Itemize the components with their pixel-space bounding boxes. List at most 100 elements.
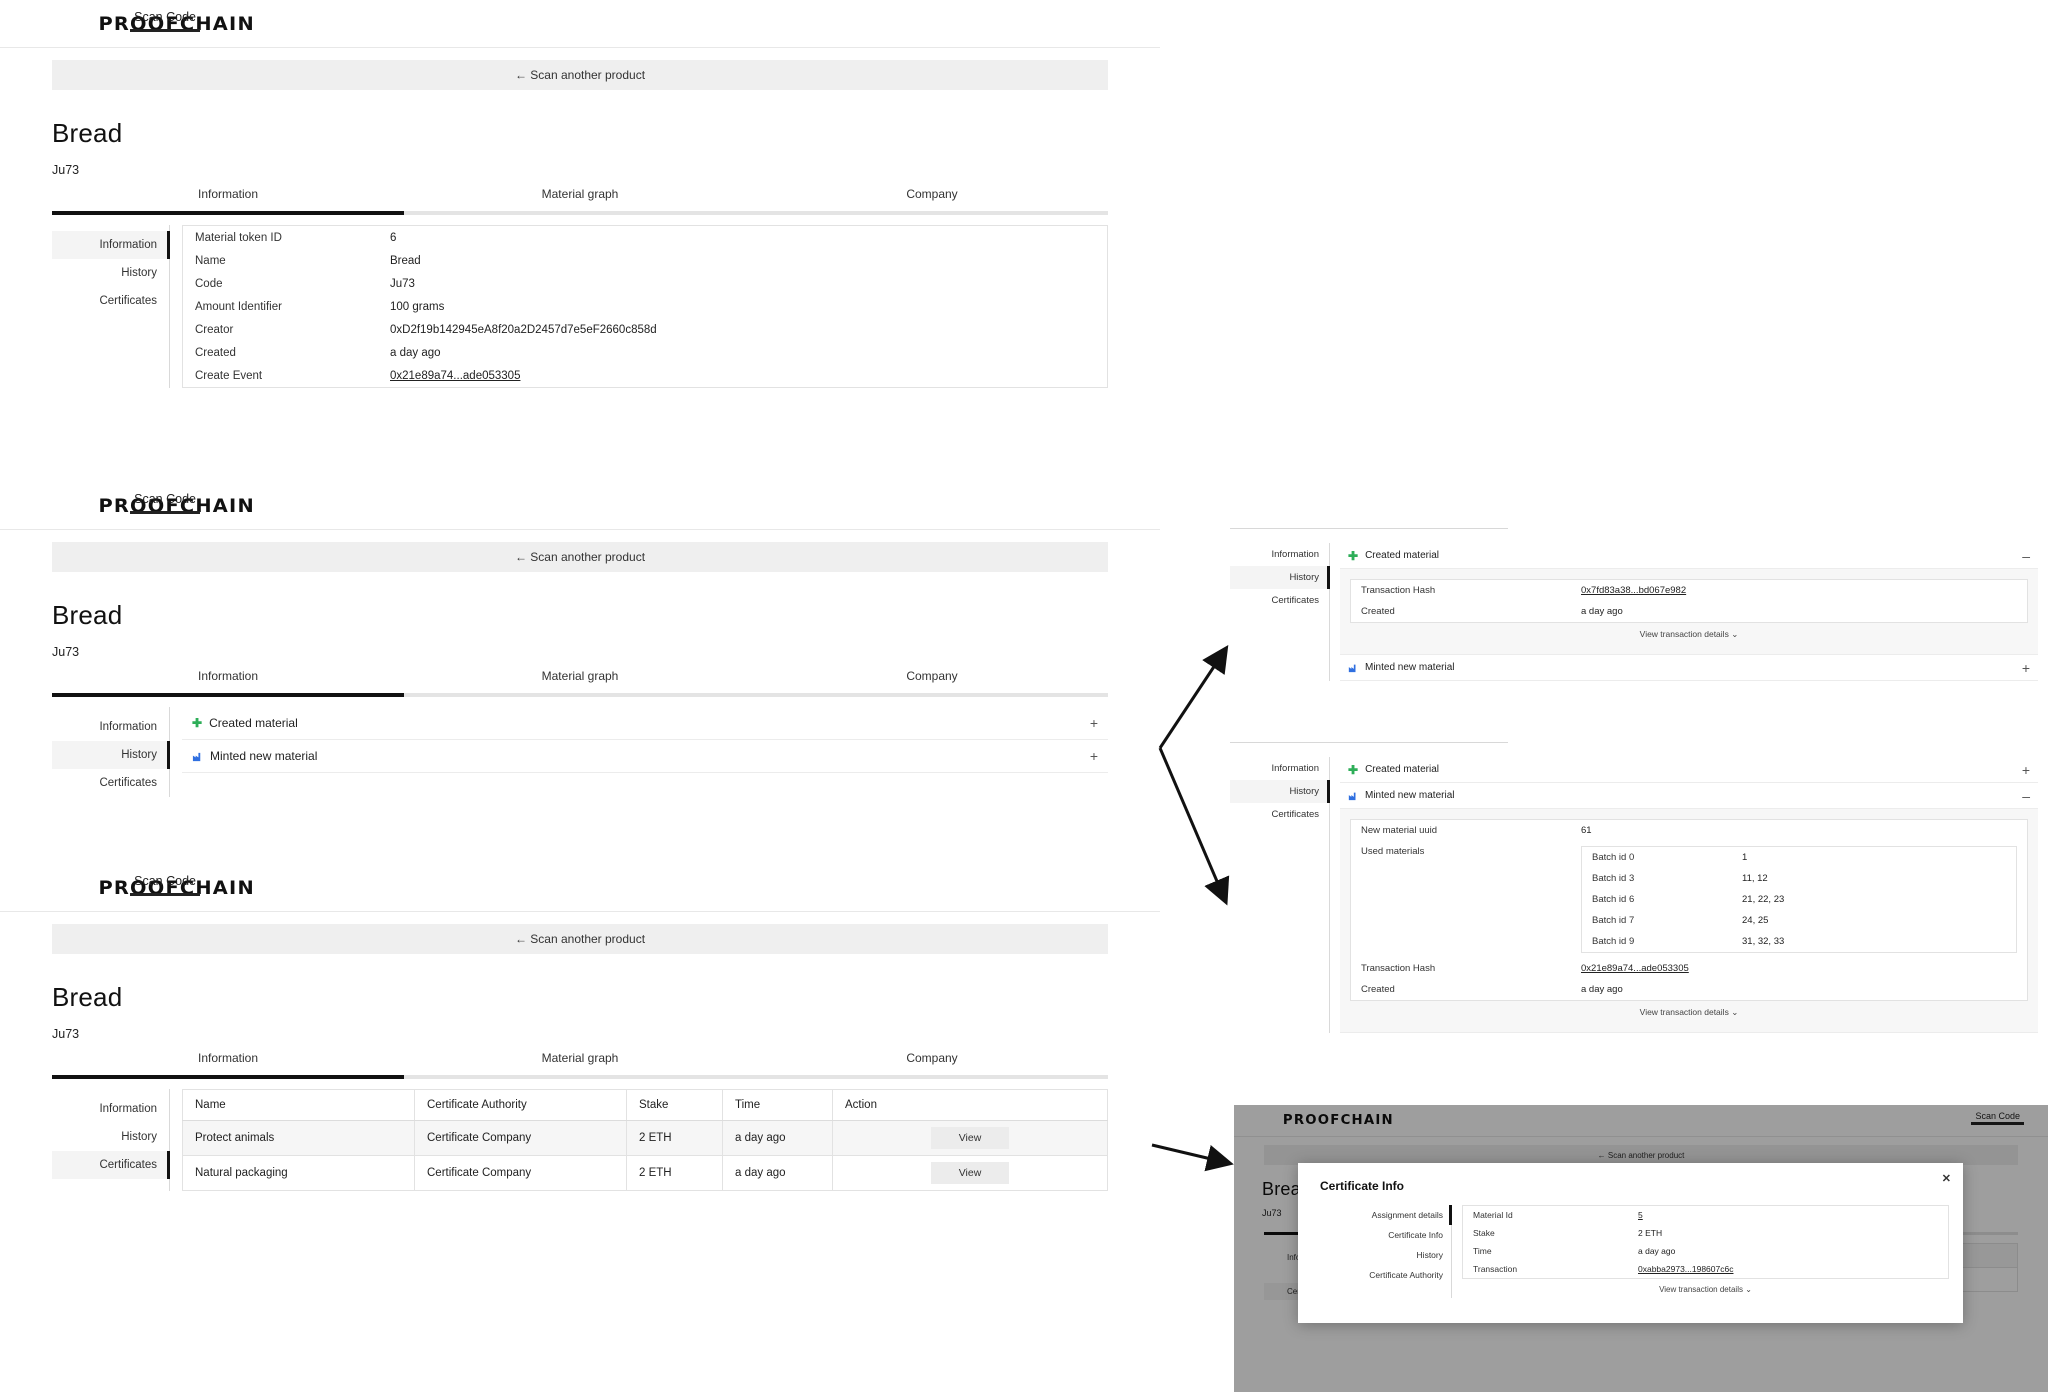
- tab-company[interactable]: Company: [756, 187, 1108, 211]
- collapse-toggle-icon[interactable]: –: [2022, 789, 2030, 803]
- side-nav: Information History Certificates: [52, 1089, 170, 1191]
- tab-company[interactable]: Company: [756, 669, 1108, 693]
- info-value: 0xD2f19b142945eA8f20a2D2457d7e5eF2660c85…: [390, 323, 657, 336]
- info-value: 100 grams: [390, 300, 445, 313]
- sidebar-item-information[interactable]: Information: [52, 231, 170, 259]
- sidebar-item-history[interactable]: History: [52, 1123, 169, 1151]
- sidebar-item-certificate-info[interactable]: Certificate Info: [1312, 1225, 1451, 1245]
- view-transaction-details-label: View transaction details: [1639, 1007, 1729, 1017]
- tab-underline: [52, 211, 1108, 215]
- accordion-header-created-material[interactable]: ✚ Created material +: [1340, 757, 2038, 783]
- detail-value: a day ago: [1581, 984, 1623, 995]
- view-transaction-details-toggle[interactable]: View transaction details ⌄: [1462, 1279, 1949, 1298]
- expand-toggle-icon[interactable]: +: [2022, 763, 2030, 777]
- sidebar-item-certificates[interactable]: Certificates: [1230, 803, 1329, 826]
- scan-another-product-button[interactable]: ← Scan another product: [52, 60, 1108, 90]
- accordion-header[interactable]: ✚ Created material +: [182, 707, 1108, 740]
- cell-authority: Certificate Company: [414, 1120, 627, 1156]
- accordion-created-material[interactable]: ✚ Created material +: [182, 707, 1108, 740]
- expand-toggle-icon[interactable]: +: [1090, 716, 1098, 730]
- accordion-header[interactable]: Minted new material +: [182, 740, 1108, 773]
- sidebar-item-certificates[interactable]: Certificates: [52, 769, 169, 797]
- sidebar-item-information[interactable]: Information: [1230, 757, 1329, 780]
- create-event-link[interactable]: 0x21e89a74...ade053305: [390, 370, 520, 382]
- accordion-label: Created material: [209, 716, 298, 730]
- info-key: Amount Identifier: [195, 300, 282, 313]
- screen-certificates: PROOFCHAIN Scan Code ← Scan another prod…: [0, 864, 1160, 1191]
- info-row: Create Event 0x21e89a74...ade053305: [183, 364, 1107, 387]
- scan-another-product-button[interactable]: ← Scan another product: [52, 924, 1108, 954]
- scan-another-product-button[interactable]: ← Scan another product: [52, 542, 1108, 572]
- sidebar-item-information[interactable]: Information: [1230, 543, 1329, 566]
- transaction-hash-link[interactable]: 0x7fd83a38...bd067e982: [1581, 585, 1686, 596]
- detail-created-material-expanded: Information History Certificates ✚ Creat…: [1230, 528, 2038, 681]
- cell-name: Natural packaging: [182, 1155, 415, 1191]
- sidebar-item-certificates[interactable]: Certificates: [52, 1151, 170, 1179]
- accordion-label: Created material: [1365, 550, 1439, 561]
- accordion-header-minted-material[interactable]: Minted new material –: [1340, 783, 2038, 809]
- page-title: Bread: [52, 600, 123, 630]
- accordion-header-minted-material[interactable]: Minted new material +: [1340, 655, 2038, 681]
- accordion-label: Created material: [1365, 764, 1439, 775]
- close-icon[interactable]: ✕: [1942, 1172, 1951, 1185]
- batch-row: Batch id 6 21, 22, 23: [1582, 889, 2016, 910]
- sidebar-item-history[interactable]: History: [1312, 1245, 1451, 1265]
- detail-row-used-materials: Used materials Batch id 0 1 Batch id 3 1…: [1351, 841, 2027, 958]
- tab-information[interactable]: Information: [52, 1051, 404, 1075]
- information-pane: Material token ID 6 Name Bread Code Ju73…: [170, 225, 1108, 388]
- tab-information[interactable]: Information: [52, 669, 404, 693]
- transaction-link[interactable]: 0xabba2973...198607c6c: [1638, 1264, 1733, 1274]
- sidebar-item-history[interactable]: History: [52, 259, 169, 287]
- transaction-hash-link[interactable]: 0x21e89a74...ade053305: [1581, 963, 1689, 974]
- sidebar-item-certificate-authority[interactable]: Certificate Authority: [1312, 1265, 1451, 1285]
- accordion-header-created-material[interactable]: ✚ Created material –: [1340, 543, 2038, 569]
- sidebar-item-certificates[interactable]: Certificates: [52, 287, 169, 315]
- tab-material-graph[interactable]: Material graph: [404, 187, 756, 211]
- view-transaction-details-toggle[interactable]: View transaction details ⌄: [1350, 623, 2028, 644]
- collapse-toggle-icon[interactable]: –: [2022, 549, 2030, 563]
- sidebar-item-information[interactable]: Information: [52, 1095, 169, 1123]
- info-value: Ju73: [390, 277, 415, 290]
- transaction-card: Transaction Hash 0x7fd83a38...bd067e982 …: [1350, 579, 2028, 623]
- expand-toggle-icon[interactable]: +: [1090, 749, 1098, 763]
- accordion-label: Minted new material: [1365, 790, 1455, 801]
- tab-material-graph[interactable]: Material graph: [404, 669, 756, 693]
- batch-row: Batch id 7 24, 25: [1582, 910, 2016, 931]
- modal-row: Transaction 0xabba2973...198607c6c: [1463, 1260, 1948, 1278]
- detail-top-divider: [1230, 742, 1508, 743]
- batch-value: 1: [1742, 852, 1748, 863]
- tab-material-graph[interactable]: Material graph: [404, 1051, 756, 1075]
- expand-toggle-icon[interactable]: +: [2022, 661, 2030, 675]
- plus-icon: ✚: [192, 716, 203, 730]
- detail-top-divider: [1230, 528, 1508, 529]
- view-transaction-details-toggle[interactable]: View transaction details ⌄: [1350, 1001, 2028, 1022]
- nav-scan-code[interactable]: Scan Code: [130, 874, 200, 902]
- accordion-label: Minted new material: [210, 749, 318, 763]
- sidebar-item-history[interactable]: History: [52, 741, 170, 769]
- sidebar-item-history[interactable]: History: [1230, 780, 1330, 803]
- detail-row: Created a day ago: [1351, 601, 2027, 622]
- content-area: Information History Certificates ✚ Creat…: [52, 707, 1108, 797]
- sidebar-item-certificates[interactable]: Certificates: [1230, 589, 1329, 612]
- view-certificate-button[interactable]: View: [931, 1162, 1009, 1184]
- sidebar-item-assignment-details[interactable]: Assignment details: [1312, 1205, 1452, 1225]
- accordion-minted-material[interactable]: Minted new material +: [182, 740, 1108, 773]
- sidebar-item-history[interactable]: History: [1230, 566, 1330, 589]
- material-id-link[interactable]: 5: [1638, 1210, 1643, 1220]
- nav-scan-code[interactable]: Scan Code: [130, 492, 200, 520]
- batch-key: Batch id 0: [1592, 852, 1635, 863]
- nav-scan-code[interactable]: Scan Code: [130, 10, 200, 38]
- tab-underline: [52, 1075, 1108, 1079]
- tab-company[interactable]: Company: [756, 1051, 1108, 1075]
- information-card: Material token ID 6 Name Bread Code Ju73…: [182, 225, 1108, 388]
- side-nav: Information History Certificates: [1230, 543, 1330, 681]
- view-certificate-button[interactable]: View: [931, 1127, 1009, 1149]
- info-key: Material token ID: [195, 231, 282, 244]
- tab-information[interactable]: Information: [52, 187, 404, 211]
- chevron-down-icon: ⌄: [1731, 1007, 1739, 1017]
- sidebar-item-information[interactable]: Information: [52, 713, 169, 741]
- detail-row: Transaction Hash 0x7fd83a38...bd067e982: [1351, 580, 2027, 601]
- view-transaction-details-label: View transaction details: [1639, 629, 1729, 639]
- arrow-to-minted-material: [1158, 747, 1230, 906]
- side-nav: Information History Certificates: [52, 707, 170, 797]
